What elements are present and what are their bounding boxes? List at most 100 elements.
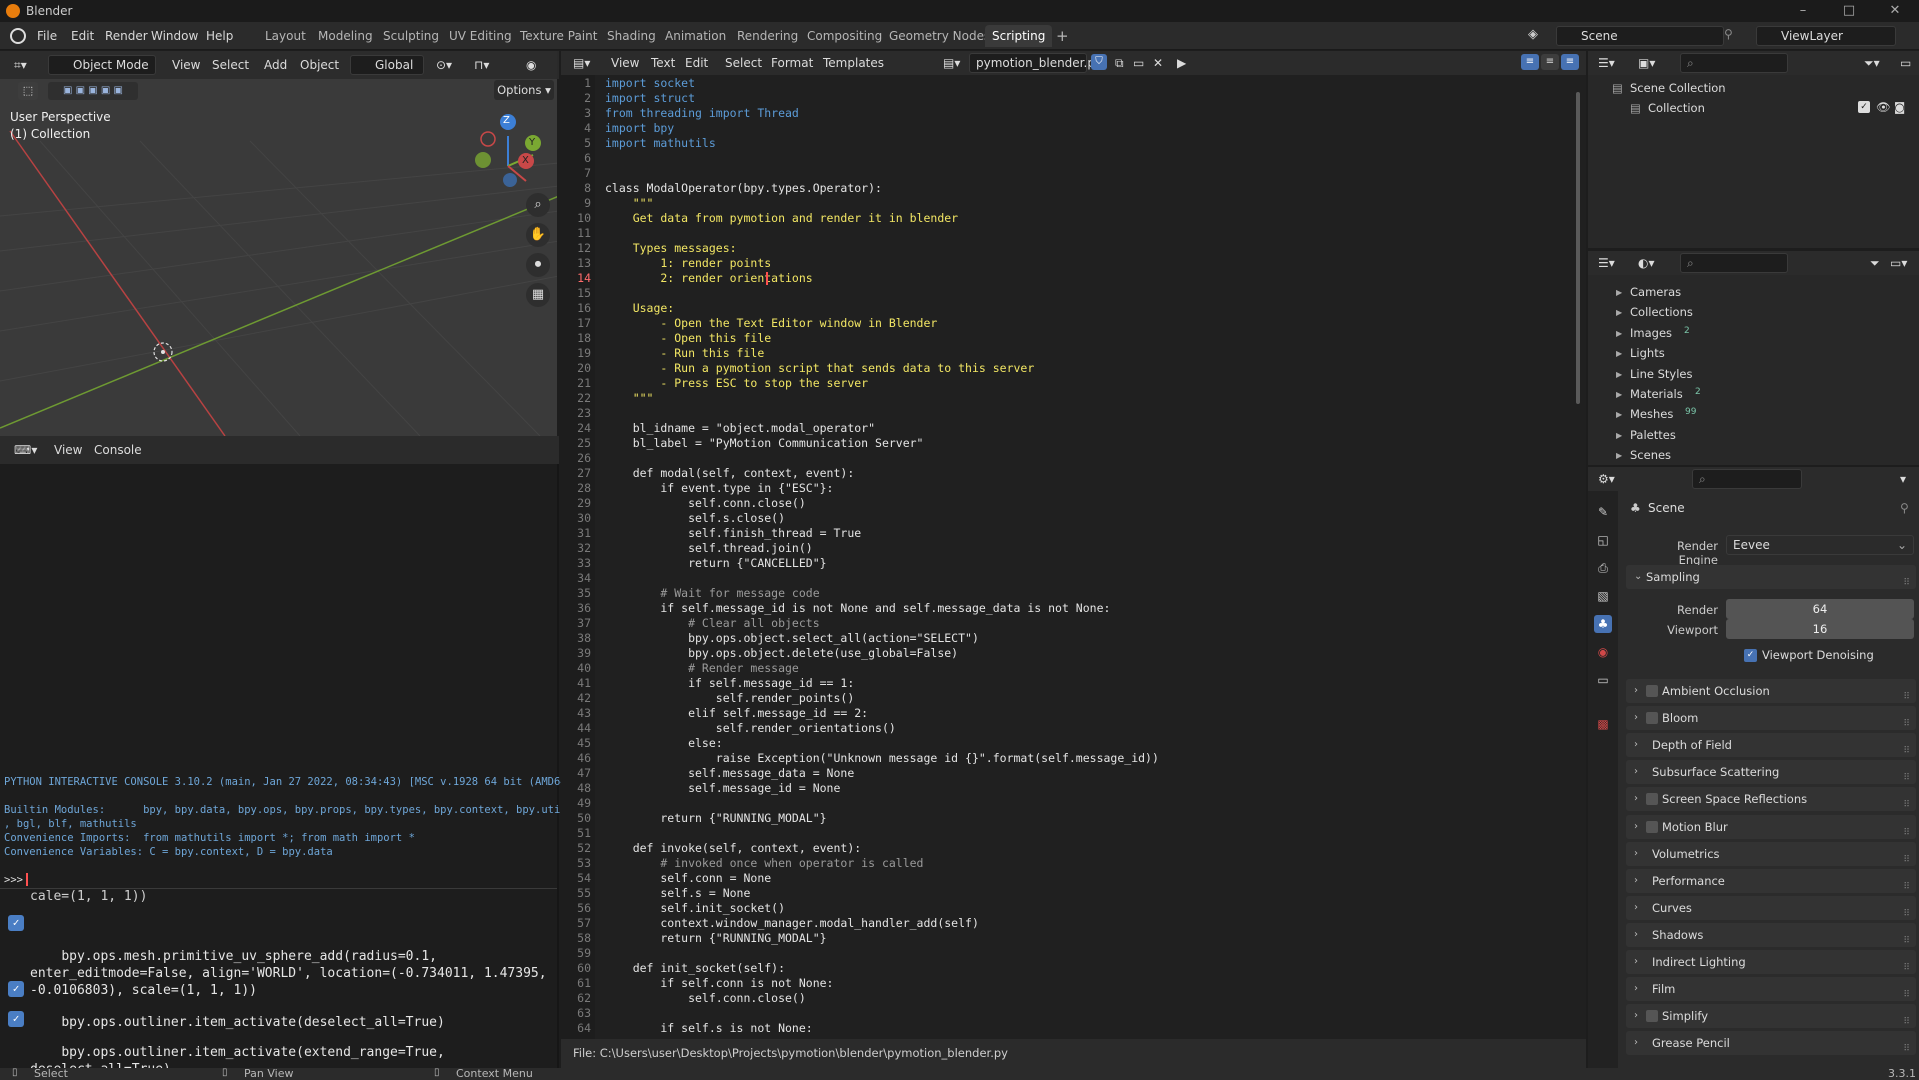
panel-grease-pencil[interactable]: › Grease Pencil ⠿ — [1626, 1031, 1916, 1056]
scene-field[interactable]: Scene — [1556, 26, 1724, 46]
code-line[interactable]: return {"RUNNING_MODAL"} — [605, 931, 826, 945]
scene-tab-icon[interactable]: ♣ — [1594, 615, 1612, 633]
code-line[interactable]: else: — [605, 736, 723, 750]
code-line[interactable]: def invoke(self, context, event): — [605, 841, 862, 855]
editor-scrollbar[interactable] — [1576, 92, 1580, 404]
gizmo-x-label[interactable]: X — [522, 155, 529, 166]
code-line[interactable]: class ModalOperator(bpy.types.Operator): — [605, 181, 882, 195]
menu-edit[interactable]: Edit — [66, 27, 99, 45]
text-menu-edit[interactable]: Edit — [679, 53, 714, 73]
code-line[interactable]: return {"CANCELLED"} — [605, 556, 826, 570]
snap-icon[interactable]: ⊓▾ — [468, 55, 495, 75]
properties-editor-type-icon[interactable]: ⚙▾ — [1592, 469, 1621, 489]
view-layer-tab-icon[interactable]: ▧ — [1594, 587, 1612, 605]
drag-handle-icon[interactable]: ⠿ — [1903, 793, 1910, 817]
code-line[interactable]: import struct — [605, 91, 695, 105]
code-line[interactable]: if event.type in {"ESC"}: — [605, 481, 833, 495]
panel-simplify[interactable]: › Simplify ⠿ — [1626, 1004, 1916, 1029]
code-line[interactable]: Usage: — [605, 301, 675, 315]
proportional-edit-icon[interactable]: ◉ — [520, 55, 542, 75]
code-line[interactable]: Get data from pymotion and render it in … — [605, 211, 958, 225]
mode-dropdown[interactable]: Object Mode — [48, 55, 156, 75]
panel-enable-checkbox[interactable] — [1646, 685, 1658, 697]
properties-options-icon[interactable]: ▾ — [1894, 469, 1912, 489]
blend-data-item[interactable]: Lights — [1630, 346, 1665, 360]
tab-scripting[interactable]: Scripting — [985, 25, 1053, 47]
view-layer-field[interactable]: ViewLayer — [1756, 26, 1896, 46]
syntax-highlight-toggle-icon[interactable]: ≡ — [1561, 54, 1579, 70]
editor-type-icon[interactable]: ⌗▾ — [8, 55, 33, 75]
code-line[interactable]: self.render_points() — [605, 691, 854, 705]
tab-shading[interactable]: Shading — [600, 25, 663, 47]
camera-icon[interactable]: ⏺ — [526, 253, 550, 277]
code-line[interactable]: self.s = None — [605, 886, 750, 900]
code-line[interactable]: from threading import Thread — [605, 106, 799, 120]
outliner-search-input[interactable]: ⌕ — [1680, 53, 1788, 73]
expand-arrow-icon[interactable]: ▶ — [1616, 390, 1622, 399]
panel-depth-of-field[interactable]: › Depth of Field ⠿ — [1626, 733, 1916, 758]
code-line[interactable]: - Open the Text Editor window in Blender — [605, 316, 937, 330]
menu-help[interactable]: Help — [201, 27, 238, 45]
code-line[interactable]: 2: render orientations — [605, 271, 812, 285]
console-editor-type-icon[interactable]: ⌨▾ — [8, 440, 43, 460]
viewport-menu-add[interactable]: Add — [258, 55, 293, 75]
scene-selector-icon[interactable]: ◈ — [1528, 27, 1554, 45]
gizmo-y-label[interactable]: Y — [529, 137, 535, 148]
viewport-menu-object[interactable]: Object — [294, 55, 345, 75]
text-file-field[interactable]: pymotion_blender.py — [969, 53, 1102, 73]
display-mode-icon[interactable]: ▣▾ — [1632, 53, 1661, 73]
menu-window[interactable]: Window — [146, 27, 203, 45]
blend-file-data[interactable]: ▶ Cameras ▶ Collections ▶ Images 2 ▶ Lights ▶ Line… — [1588, 275, 1919, 465]
tab-geometry-nodes[interactable]: Geometry Nodes — [882, 25, 997, 47]
code-line[interactable]: context.window_manager.modal_handler_add… — [605, 916, 979, 930]
word-wrap-toggle-icon[interactable]: ≡ — [1541, 54, 1559, 70]
blend-data-item[interactable]: Line Styles — [1630, 367, 1693, 381]
panel-curves[interactable]: › Curves ⠿ — [1626, 895, 1916, 920]
panel-ambient-occlusion[interactable]: › Ambient Occlusion ⠿ — [1626, 679, 1916, 703]
text-menu-select[interactable]: Select — [719, 53, 768, 73]
code-line[interactable]: bpy.ops.object.select_all(action="SELECT… — [605, 631, 979, 645]
panel-volumetrics[interactable]: › Volumetrics ⠿ — [1626, 841, 1916, 866]
select-tool-icon[interactable]: ⬚ — [18, 82, 38, 100]
add-workspace-button[interactable]: + — [1049, 25, 1076, 47]
close-button[interactable]: ✕ — [1872, 0, 1918, 22]
filter-icon[interactable]: ⏷▾ — [1858, 53, 1886, 73]
run-script-icon[interactable]: ▶ — [1171, 53, 1192, 73]
pivot-icon[interactable]: ⊙▾ — [430, 55, 458, 75]
blend-options-icon[interactable]: ▭▾ — [1884, 253, 1913, 273]
pin-context-icon[interactable]: ⚲ — [1900, 501, 1909, 515]
code-line[interactable]: - Open this file — [605, 331, 771, 345]
panel-enable-checkbox[interactable] — [1646, 1010, 1658, 1023]
code-line[interactable]: self.s.close() — [605, 511, 785, 525]
panel-screen-space-reflections[interactable]: › Screen Space Reflections ⠿ — [1626, 787, 1916, 812]
code-line[interactable]: import bpy — [605, 121, 674, 135]
blend-data-item[interactable]: Scenes — [1630, 448, 1671, 462]
blend-data-item[interactable]: Palettes — [1630, 428, 1676, 442]
line-numbers-toggle-icon[interactable]: ≡ — [1521, 54, 1539, 70]
code-line[interactable]: - Run this file — [605, 346, 764, 360]
panel-film[interactable]: › Film ⠿ — [1626, 977, 1916, 1002]
code-line[interactable]: if self.message_id is not None and self.… — [605, 601, 1110, 615]
panel-motion-blur[interactable]: › Motion Blur ⠿ — [1626, 814, 1916, 839]
outliner-item[interactable]: Scene Collection — [1630, 81, 1726, 95]
expand-arrow-icon[interactable]: ▶ — [1616, 329, 1622, 338]
code-line[interactable]: """ — [605, 391, 654, 405]
camera-render-icon[interactable]: ◙ — [1894, 100, 1905, 114]
code-line[interactable]: self.render_orientations() — [605, 721, 896, 735]
unlink-text-icon[interactable]: ✕ — [1147, 53, 1169, 73]
new-collection-icon[interactable]: ▭ — [1894, 53, 1917, 73]
pin-icon[interactable]: ⚲ — [1724, 27, 1733, 41]
drag-handle-icon[interactable]: ⠿ — [1903, 571, 1910, 595]
code-line[interactable]: if self.message_id == 1: — [605, 676, 854, 690]
menu-file[interactable]: File — [32, 27, 62, 45]
console-menu-console[interactable]: Console — [88, 440, 148, 460]
tool-tab-icon[interactable]: ✎ — [1594, 503, 1612, 521]
tab-compositing[interactable]: Compositing — [800, 25, 889, 47]
viewport-denoising-checkbox[interactable]: ✓ — [1744, 649, 1757, 662]
transform-orientation-dropdown[interactable]: Global — [350, 55, 424, 75]
code-line[interactable]: self.conn = None — [605, 871, 771, 885]
code-line[interactable]: if self.s is not None: — [605, 1021, 812, 1035]
gizmo-z-label[interactable]: Z — [503, 115, 510, 126]
exclude-checkbox[interactable]: ✓ — [1858, 101, 1870, 113]
expand-arrow-icon[interactable]: ▶ — [1616, 308, 1622, 317]
